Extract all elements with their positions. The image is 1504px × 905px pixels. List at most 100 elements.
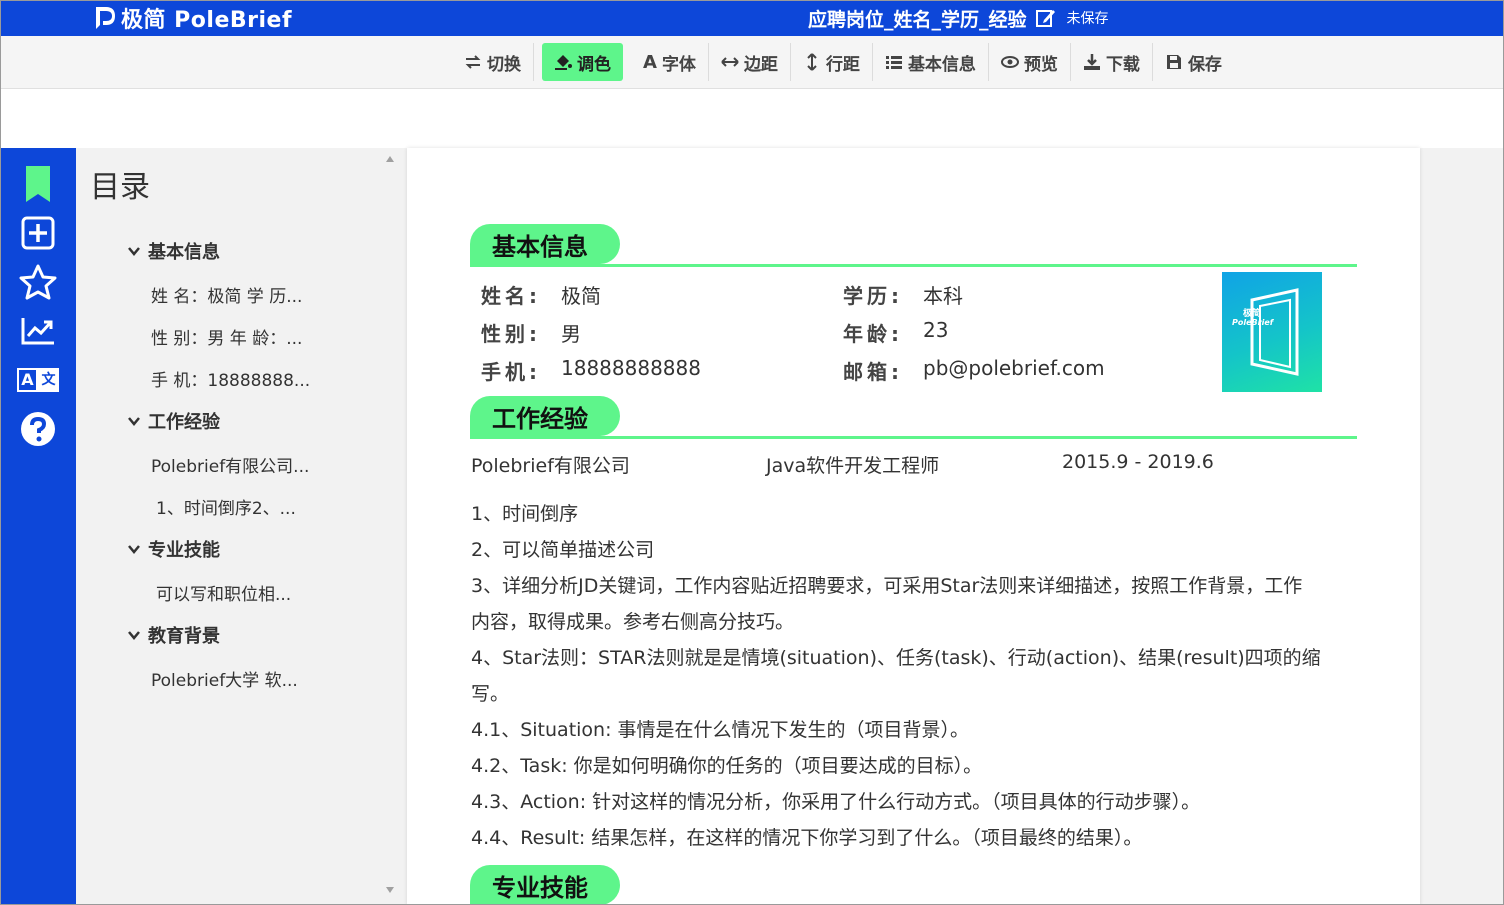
section-header-work[interactable]: 工作经验 xyxy=(470,396,1357,440)
name-label: 姓名: xyxy=(481,284,541,308)
line-spacing-button[interactable]: 行距 xyxy=(791,43,873,81)
chevron-down-icon xyxy=(128,631,140,640)
margin-button[interactable]: 边距 xyxy=(709,43,791,81)
work-entry-header[interactable]: Polebrief有限公司 Java软件开发工程师 2015.9 - 2019.… xyxy=(407,451,1420,477)
age-label: 年龄: xyxy=(843,322,903,346)
font-button[interactable]: A 字体 xyxy=(631,43,709,81)
paint-bucket-icon xyxy=(555,55,572,70)
work-description-line[interactable]: 4.3、Action: 针对这样的情况分析，你采用了什么行动方式。（项目具体的行… xyxy=(471,784,1351,820)
age-value[interactable]: 23 xyxy=(923,318,948,342)
section-title: 基本信息 xyxy=(470,224,620,264)
work-period: 2015.9 - 2019.6 xyxy=(1062,451,1214,473)
translate-rail-button[interactable]: A 文 xyxy=(17,360,59,400)
education-value[interactable]: 本科 xyxy=(923,280,963,309)
toc-section-basic[interactable]: 基本信息 xyxy=(128,238,220,264)
toc-item[interactable]: 姓 名：极简 学 历... xyxy=(151,282,302,307)
document-title[interactable]: 应聘岗位_姓名_学历_经验 xyxy=(808,5,1027,32)
name-value[interactable]: 极简 xyxy=(561,280,601,309)
chevron-down-icon xyxy=(128,247,140,256)
toc-item[interactable]: 可以写和职位相... xyxy=(156,580,291,605)
work-description-line[interactable]: 2、可以简单描述公司 xyxy=(471,532,1351,568)
add-module-rail-button[interactable] xyxy=(18,213,58,253)
scroll-up-arrow[interactable] xyxy=(386,156,394,162)
toc-item[interactable]: 手 机：18888888... xyxy=(151,366,310,391)
work-description-line[interactable]: 4、Star法则：STAR法则就是是情境(situation)、任务(task)… xyxy=(471,640,1351,676)
basic-info-button[interactable]: 基本信息 xyxy=(873,43,989,81)
toc-rail-button[interactable] xyxy=(18,164,58,204)
download-button[interactable]: 下载 xyxy=(1071,43,1153,81)
translate-icon: A 文 xyxy=(17,368,59,392)
color-button[interactable]: 调色 xyxy=(542,43,623,81)
vertical-arrows-icon xyxy=(807,53,817,71)
work-description-line[interactable]: 1、时间倒序 xyxy=(471,496,1351,532)
section-title: 工作经验 xyxy=(470,396,620,436)
font-icon: A xyxy=(643,51,657,73)
font-label: 字体 xyxy=(661,54,696,75)
job-position: Java软件开发工程师 xyxy=(766,455,940,477)
toc-section-work[interactable]: 工作经验 xyxy=(128,408,220,434)
company-name: Polebrief有限公司 xyxy=(471,455,630,477)
toc-item[interactable]: 1、时间倒序2、... xyxy=(156,494,296,519)
preview-button[interactable]: 预览 xyxy=(989,43,1071,81)
scroll-down-arrow[interactable] xyxy=(386,887,394,893)
top-bar: 极简 PoleBrief 应聘岗位_姓名_学历_经验 未保存 xyxy=(0,0,1504,36)
help-icon xyxy=(21,412,55,446)
photo-brand-en: PoleBrief xyxy=(1232,318,1274,327)
work-description-line[interactable]: 4.4、Result: 结果怎样，在这样的情况下你学习到了什么。（项目最终的结果… xyxy=(471,820,1351,856)
favorites-rail-button[interactable] xyxy=(18,262,58,302)
work-description-line[interactable]: 3、详细分析JD关键词，工作内容贴近招聘要求，可采用Star法则来详细描述，按照… xyxy=(471,568,1351,604)
document-title-area: 应聘岗位_姓名_学历_经验 未保存 xyxy=(808,5,1109,31)
gender-value[interactable]: 男 xyxy=(561,318,581,347)
chevron-down-icon xyxy=(128,417,140,426)
chevron-down-icon xyxy=(128,545,140,554)
profile-photo[interactable]: 极简 PoleBrief xyxy=(1222,272,1322,392)
swap-icon xyxy=(465,55,481,69)
toolbar-spacer xyxy=(0,89,1504,148)
app-logo[interactable]: 极简 PoleBrief xyxy=(93,4,292,33)
email-value[interactable]: pb@polebrief.com xyxy=(923,356,1105,380)
work-description-line[interactable]: 写。 xyxy=(471,676,1351,712)
email-label: 邮箱: xyxy=(843,360,903,384)
work-description-line[interactable]: 4.1、Situation: 事情是在什么情况下发生的（项目背景）。 xyxy=(471,712,1351,748)
download-label: 下载 xyxy=(1105,54,1140,75)
toc-item[interactable]: Polebrief大学 软... xyxy=(151,666,298,691)
section-header-basic[interactable]: 基本信息 xyxy=(470,224,1357,268)
toc-section-label: 专业技能 xyxy=(148,540,220,561)
edit-icon[interactable] xyxy=(1035,7,1057,29)
translate-letter-a: A xyxy=(17,368,38,392)
list-icon xyxy=(885,56,902,69)
save-status: 未保存 xyxy=(1066,11,1109,27)
education-label: 学历: xyxy=(843,284,903,308)
analysis-rail-button[interactable] xyxy=(18,311,58,351)
color-label: 调色 xyxy=(577,54,611,75)
horizontal-arrows-icon xyxy=(721,57,739,67)
toc-item[interactable]: 性 别：男 年 龄：... xyxy=(151,324,302,349)
toc-item[interactable]: Polebrief有限公司... xyxy=(151,452,309,477)
toc-scrollbar[interactable] xyxy=(381,148,399,905)
toc-section-education[interactable]: 教育背景 xyxy=(128,622,220,648)
save-button[interactable]: 保存 xyxy=(1153,43,1234,81)
side-rail: A 文 xyxy=(0,148,76,905)
bookmark-icon xyxy=(26,166,50,202)
resume-page: 基本信息 姓名: 极简 学历: 本科 性别: 男 年龄: 23 手机: 1888… xyxy=(407,148,1420,905)
chart-icon xyxy=(21,318,54,345)
switch-button[interactable]: 切换 xyxy=(452,43,534,81)
margin-label: 边距 xyxy=(743,54,778,75)
toc-section-label: 工作经验 xyxy=(148,412,220,433)
save-label: 保存 xyxy=(1187,54,1222,75)
toc-title: 目录 xyxy=(90,170,150,205)
line-spacing-label: 行距 xyxy=(825,54,860,75)
switch-label: 切换 xyxy=(487,54,521,75)
work-description-line[interactable]: 4.2、Task: 你是如何明确你的任务的（项目要达成的目标）。 xyxy=(471,748,1351,784)
star-icon xyxy=(19,264,57,300)
phone-value[interactable]: 18888888888 xyxy=(561,356,701,380)
toc-section-label: 教育背景 xyxy=(148,626,220,647)
phone-label: 手机: xyxy=(481,360,541,384)
section-divider xyxy=(470,264,1357,267)
help-rail-button[interactable] xyxy=(18,409,58,449)
section-header-skills[interactable]: 专业技能 xyxy=(470,865,1357,905)
work-description-line[interactable]: 内容，取得成果。参考右侧高分技巧。 xyxy=(471,604,1351,640)
preview-label: 预览 xyxy=(1023,54,1058,75)
toc-section-skills[interactable]: 专业技能 xyxy=(128,536,220,562)
translate-letter-wen: 文 xyxy=(38,368,59,392)
